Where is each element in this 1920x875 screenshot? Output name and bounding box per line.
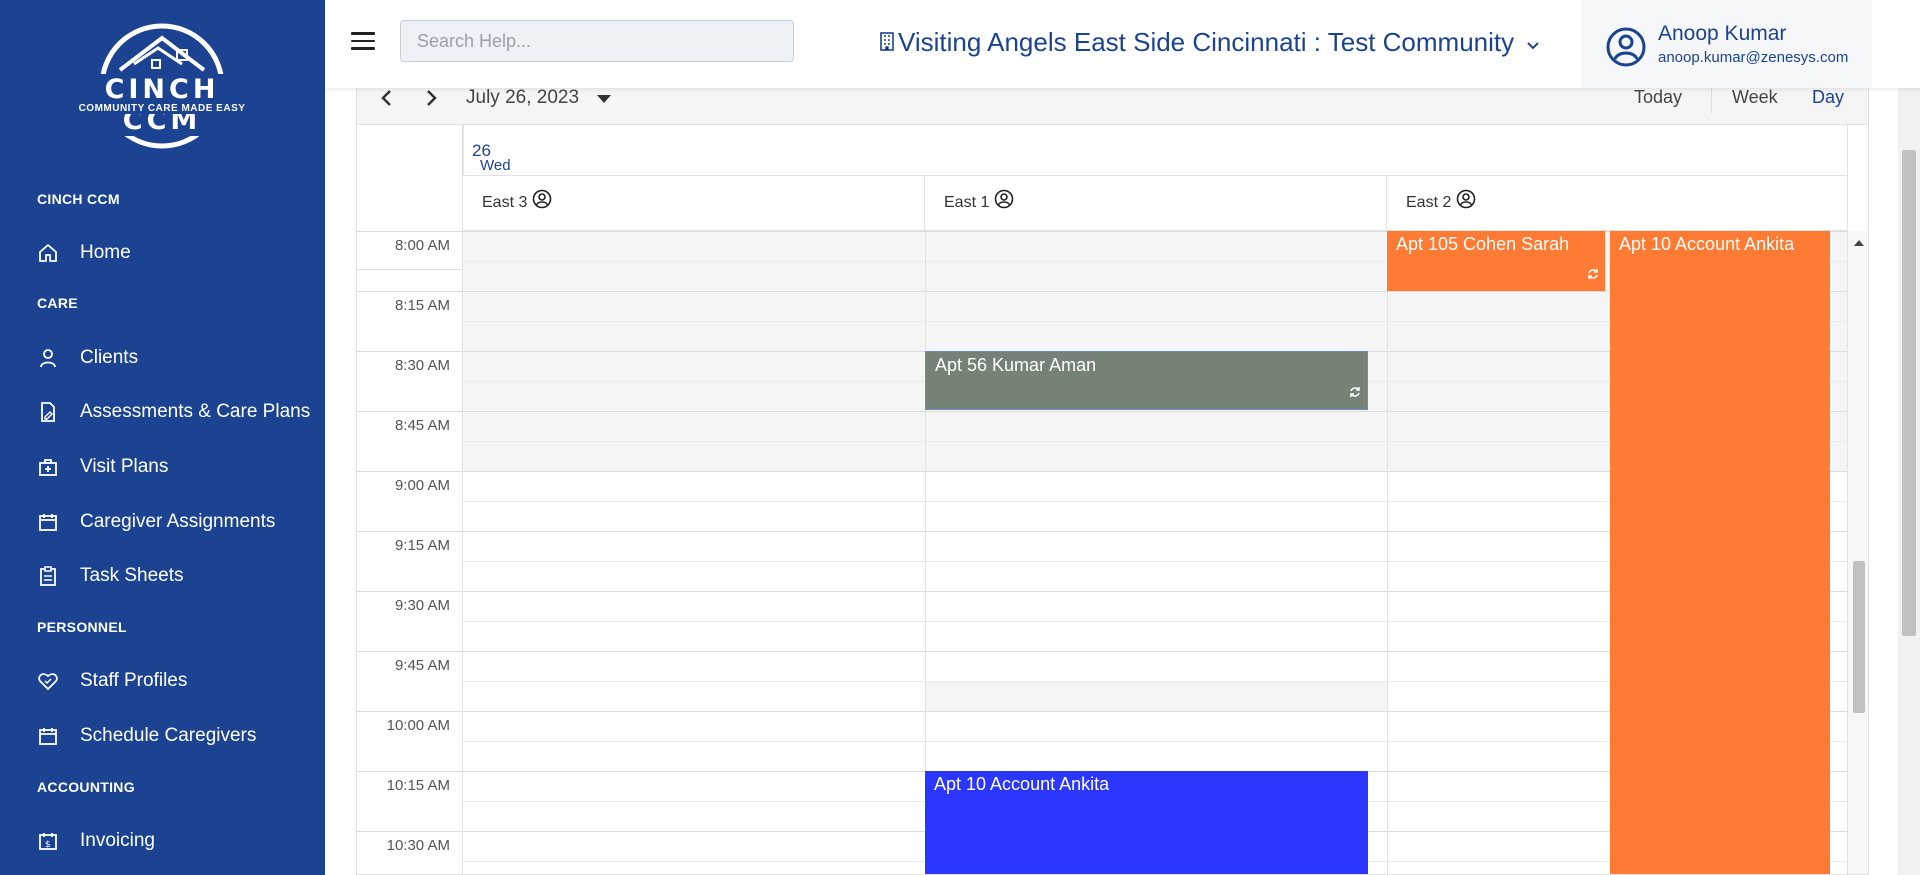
user-circle-icon bbox=[1456, 189, 1476, 214]
resource-name: East 3 bbox=[482, 194, 528, 211]
time-label: 9:15 AM bbox=[394, 537, 450, 554]
non-working-slot-shade bbox=[925, 681, 1387, 711]
search-input[interactable] bbox=[400, 20, 794, 62]
sidebar-item-label: Invoicing bbox=[80, 830, 155, 851]
time-column: 8:00 AM 8:15 AM 8:30 AM 8:45 AM 9:00 AM … bbox=[357, 231, 463, 874]
appointment-event[interactable]: Apt 56 Kumar Aman bbox=[925, 351, 1368, 410]
resource-name: East 1 bbox=[944, 194, 990, 211]
time-label: 9:00 AM bbox=[394, 477, 450, 494]
sidebar-item-home[interactable]: Home bbox=[37, 238, 131, 268]
sidebar: CINCH CCM COMMUNITY CARE MADE EASY CINCH… bbox=[0, 0, 325, 875]
time-label: 10:00 AM bbox=[386, 717, 450, 734]
invoice-icon: $ bbox=[37, 830, 59, 852]
building-icon bbox=[878, 27, 896, 58]
section-title-cinch-ccm: CINCH CCM bbox=[37, 191, 120, 207]
community-selector[interactable]: Visiting Angels East Side Cincinnati : T… bbox=[878, 27, 1540, 58]
calendar-icon bbox=[37, 511, 59, 533]
sidebar-item-label: Schedule Caregivers bbox=[80, 725, 257, 746]
sidebar-item-label: Staff Profiles bbox=[80, 670, 188, 691]
prev-date-button[interactable] bbox=[375, 85, 399, 111]
time-label: 10:30 AM bbox=[386, 837, 450, 854]
resource-header-east-2[interactable]: East 2 bbox=[1387, 176, 1848, 231]
date-picker[interactable]: July 26, 2023 bbox=[466, 87, 612, 109]
sidebar-item-label: Assessments & Care Plans bbox=[80, 401, 311, 422]
scheduler-scrollbar[interactable] bbox=[1848, 231, 1868, 874]
heart-shield-icon bbox=[37, 670, 59, 692]
appointment-event[interactable]: Apt 105 Cohen Sarah bbox=[1387, 231, 1605, 291]
recurrence-icon bbox=[1349, 382, 1361, 403]
week-view-button[interactable]: Week bbox=[1732, 87, 1778, 108]
event-title: Apt 56 Kumar Aman bbox=[935, 355, 1097, 375]
section-title-personnel: PERSONNEL bbox=[37, 619, 127, 635]
sidebar-item-invoicing[interactable]: $ Invoicing bbox=[37, 826, 155, 856]
sidebar-item-label: Home bbox=[80, 242, 131, 263]
page-scrollbar-thumb[interactable] bbox=[1902, 150, 1916, 636]
logo-subtitle: COMMUNITY CARE MADE EASY bbox=[62, 103, 262, 114]
sidebar-item-label: Task Sheets bbox=[80, 565, 184, 586]
time-label: 10:15 AM bbox=[386, 777, 450, 794]
event-title: Apt 105 Cohen Sarah bbox=[1396, 234, 1570, 254]
document-edit-icon bbox=[37, 401, 59, 423]
today-button[interactable]: Today bbox=[1634, 87, 1682, 108]
sidebar-item-assessments[interactable]: Assessments & Care Plans bbox=[37, 397, 310, 427]
time-label: 8:15 AM bbox=[394, 297, 450, 314]
day-view-button[interactable]: Day bbox=[1812, 87, 1844, 108]
chevron-down-icon bbox=[1526, 27, 1540, 58]
user-circle-icon bbox=[532, 189, 552, 214]
calendar-icon bbox=[37, 725, 59, 747]
scroll-up-arrow-icon[interactable] bbox=[1853, 235, 1865, 253]
user-avatar-icon bbox=[1606, 27, 1646, 72]
sidebar-item-task-sheets[interactable]: Task Sheets bbox=[37, 561, 184, 591]
menu-toggle-icon[interactable] bbox=[351, 32, 375, 52]
user-name: Anoop Kumar bbox=[1658, 22, 1787, 45]
resource-header-east-1[interactable]: East 1 bbox=[925, 176, 1387, 231]
sidebar-item-schedule-caregivers[interactable]: Schedule Caregivers bbox=[37, 721, 256, 751]
user-profile-menu[interactable]: Anoop Kumar anoop.kumar@zenesys.com bbox=[1582, 0, 1872, 88]
appointment-event[interactable]: Apt 10 Account Ankita bbox=[925, 771, 1368, 874]
resource-header-east-3[interactable]: East 3 bbox=[463, 176, 925, 231]
time-label: 8:00 AM bbox=[394, 237, 450, 254]
sidebar-item-label: Visit Plans bbox=[80, 456, 169, 477]
next-date-button[interactable] bbox=[419, 85, 443, 111]
current-date-label: July 26, 2023 bbox=[466, 87, 580, 108]
sidebar-item-caregiver-assignments[interactable]: Caregiver Assignments bbox=[37, 507, 275, 537]
app-logo[interactable]: CINCH CCM COMMUNITY CARE MADE EASY bbox=[62, 22, 262, 154]
sidebar-item-clients[interactable]: Clients bbox=[37, 343, 138, 373]
community-name: Visiting Angels East Side Cincinnati : T… bbox=[898, 27, 1515, 57]
sidebar-item-visit-plans[interactable]: Visit Plans bbox=[37, 452, 168, 482]
top-bar: Visiting Angels East Side Cincinnati : T… bbox=[325, 0, 1920, 88]
time-label: 9:30 AM bbox=[394, 597, 450, 614]
sidebar-item-label: Clients bbox=[80, 347, 139, 368]
day-header[interactable]: Wed 26 bbox=[463, 125, 1848, 176]
medical-bag-icon bbox=[37, 456, 59, 478]
svg-text:$: $ bbox=[45, 840, 51, 850]
clipboard-icon bbox=[37, 565, 59, 587]
user-icon bbox=[37, 347, 59, 369]
time-label: 8:45 AM bbox=[394, 417, 450, 434]
time-grid: 8:00 AM 8:15 AM 8:30 AM 8:45 AM 9:00 AM … bbox=[357, 231, 1848, 874]
time-label: 9:45 AM bbox=[394, 657, 450, 674]
recurrence-icon bbox=[1587, 264, 1599, 285]
scheduler-scrollbar-thumb[interactable] bbox=[1853, 561, 1865, 713]
time-label: 8:30 AM bbox=[394, 357, 450, 374]
section-title-accounting: ACCOUNTING bbox=[37, 779, 135, 795]
sidebar-item-staff-profiles[interactable]: Staff Profiles bbox=[37, 666, 187, 696]
user-circle-icon bbox=[994, 189, 1014, 214]
day-weekday: Wed bbox=[480, 157, 511, 174]
event-title: Apt 10 Account Ankita bbox=[934, 774, 1110, 794]
caret-down-icon bbox=[597, 87, 612, 109]
event-title: Apt 10 Account Ankita bbox=[1619, 234, 1795, 254]
user-email: anoop.kumar@zenesys.com bbox=[1658, 49, 1849, 66]
appointment-event[interactable]: Apt 10 Account Ankita bbox=[1610, 231, 1830, 874]
sidebar-item-label: Caregiver Assignments bbox=[80, 511, 276, 532]
section-title-care: CARE bbox=[37, 295, 78, 311]
home-icon bbox=[37, 242, 59, 264]
resource-name: East 2 bbox=[1406, 194, 1452, 211]
scheduler: July 26, 2023 Today Week Day Wed 26 East… bbox=[356, 72, 1869, 875]
